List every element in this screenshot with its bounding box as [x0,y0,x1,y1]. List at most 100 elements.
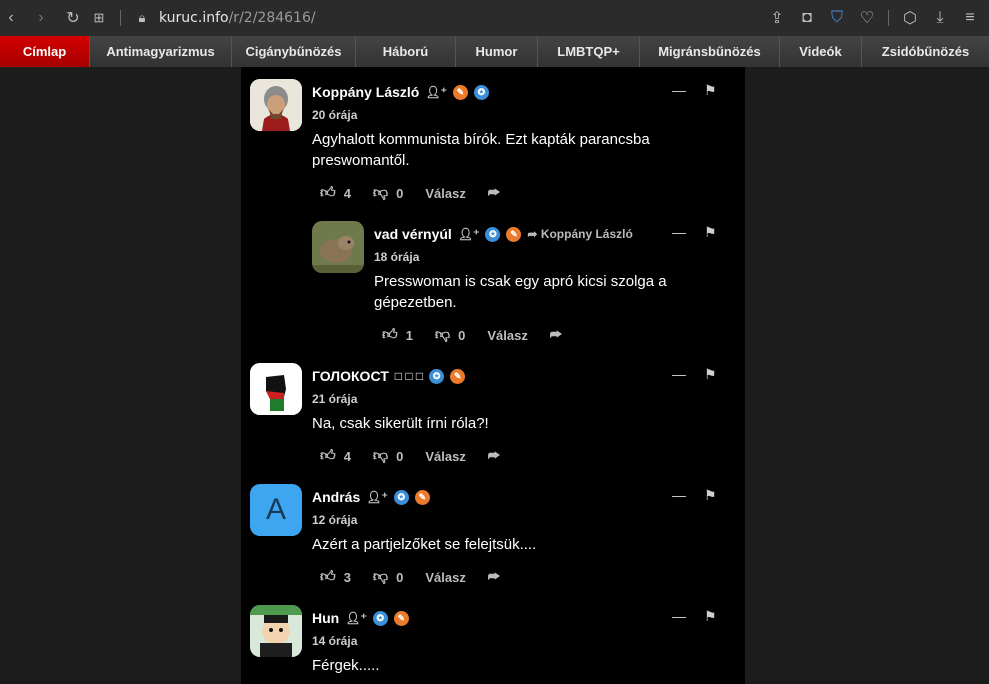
nav-item-ciganybunozes[interactable]: Cigánybűnözés [232,36,356,67]
nav-item-haboru[interactable]: Háború [356,36,456,67]
follow-user-icon[interactable]: 👤︎⁺ [458,227,480,241]
comment-author: Koppány László 👤︎⁺ ✎ ✪ [312,84,489,100]
like-button[interactable]: 👍︎ 4 [320,447,351,465]
reload-icon[interactable]: ↻ [62,7,84,29]
comment-reply: vad vérnyúl 👤︎⁺ ✪ ✎ ➦ Koppány László 18 … [241,209,745,354]
comment-time: 20 órája [312,108,358,122]
avatar[interactable] [250,79,302,131]
comment-actions: 👍︎ 4 👎︎ 0 Válasz ⮫ [320,447,522,465]
comment-time: 18 órája [374,250,420,264]
dislike-button[interactable]: 👎︎ 0 [373,447,403,465]
flag-icon[interactable]: ⚑ [704,224,717,241]
pencil-badge-icon: ✎ [506,226,522,242]
collapse-icon[interactable]: — [672,82,686,99]
author-name[interactable]: Hun [312,610,339,626]
flag-icon[interactable]: ⚑ [704,608,717,625]
award-badge-icon: ✪ [393,489,409,505]
collapse-icon[interactable]: — [672,224,686,241]
avatar[interactable] [250,363,302,415]
comment-author: ГОЛОКОСТ □ □ □ ✪ ✎ [312,368,466,384]
comment-time: 12 órája [312,513,358,527]
like-button[interactable]: 👍︎ 4 [320,184,351,202]
address-bar[interactable]: kuruc.info/r/2/284616/ [159,10,316,26]
avatar[interactable]: A [250,484,302,536]
collapse-icon[interactable]: — [672,608,686,625]
avatar[interactable] [250,605,302,657]
comment-controls: — ⚑ [672,82,717,99]
browser-toolbar: ‹ › ↻ ⊞ 🔒︎ kuruc.info/r/2/284616/ ⇪ ◘ ⛉ … [0,0,989,36]
flag-icon[interactable]: ⚑ [704,487,717,504]
dislike-count: 0 [396,185,404,201]
comment-author: vad vérnyúl 👤︎⁺ ✪ ✎ ➦ Koppány László [374,226,633,242]
author-name[interactable]: András [312,489,360,505]
toolbar-divider [120,10,121,26]
like-button[interactable]: 👍︎ 1 [382,326,413,344]
follow-user-icon[interactable]: 👤︎⁺ [345,611,367,625]
thumbs-up-icon: 👍︎ [320,447,336,464]
reply-to-link[interactable]: ➦ Koppány László [527,227,632,241]
share-icon[interactable]: ⇪ [766,7,788,29]
like-button[interactable]: 👍︎ 3 [320,568,351,586]
follow-user-icon[interactable]: 👤︎⁺ [366,490,388,504]
author-name-suffix: □ □ □ [394,369,424,383]
author-name[interactable]: vad vérnyúl [374,226,452,242]
share-icon[interactable]: ⮫ [488,448,500,464]
nav-item-humor[interactable]: Humor [456,36,538,67]
back-icon[interactable]: ‹ [0,7,22,29]
dislike-count: 0 [396,569,404,585]
comment-time: 21 órája [312,392,358,406]
tabs-grid-icon[interactable]: ⊞ [88,7,110,29]
comment-author: András 👤︎⁺ ✪ ✎ [312,489,430,505]
thumbs-up-icon: 👍︎ [320,184,336,201]
dislike-button[interactable]: 👎︎ 0 [373,568,403,586]
share-icon[interactable]: ⮫ [488,569,500,585]
pencil-badge-icon: ✎ [452,84,468,100]
like-count: 4 [343,185,351,201]
comment: Koppány László 👤︎⁺ ✎ ✪ 20 órája Agyhalot… [241,67,745,217]
comment-author: Hun 👤︎⁺ ✪ ✎ [312,610,409,626]
nav-item-migransbunozes[interactable]: Migránsbűnözés [640,36,780,67]
comment: A András 👤︎⁺ ✪ ✎ 12 órája Azért a partje… [241,472,745,593]
comment-actions: 👍︎ 3 👎︎ 0 Válasz ⮫ [320,568,522,586]
flag-icon[interactable]: ⚑ [704,366,717,383]
like-count: 4 [343,448,351,464]
reply-button[interactable]: Válasz [425,449,465,464]
follow-user-icon[interactable]: 👤︎⁺ [425,85,447,99]
url-domain: kuruc.info [159,10,229,26]
camera-icon[interactable]: ◘ [796,7,818,29]
reply-button[interactable]: Válasz [425,570,465,585]
nav-item-videok[interactable]: Videók [780,36,862,67]
pencil-badge-icon: ✎ [450,368,466,384]
pencil-badge-icon: ✎ [414,489,430,505]
cube-icon[interactable]: ⬡ [899,7,921,29]
share-icon[interactable]: ⮫ [488,185,500,201]
comment-controls: — ⚑ [672,366,717,383]
author-name[interactable]: Koppány László [312,84,419,100]
reply-button[interactable]: Válasz [425,186,465,201]
forward-icon[interactable]: › [30,7,52,29]
comment-controls: — ⚑ [672,224,717,241]
avatar[interactable] [312,221,364,273]
nav-item-cimlap[interactable]: Címlap [0,36,90,67]
download-icon[interactable]: ⤓ [929,7,951,29]
share-icon[interactable]: ⮫ [550,327,562,343]
collapse-icon[interactable]: — [672,366,686,383]
menu-icon[interactable]: ≡ [959,7,981,29]
comment-text: Azért a partjelzőket se felejtsük.... [312,536,537,553]
url-path: /r/2/284616/ [228,10,316,26]
nav-item-antimagyarizmus[interactable]: Antimagyarizmus [90,36,232,67]
nav-item-zsidobunozes[interactable]: Zsidóbűnözés [862,36,989,67]
comments-panel: Koppány László 👤︎⁺ ✎ ✪ 20 órája Agyhalot… [241,67,745,684]
reply-button[interactable]: Válasz [487,328,527,343]
collapse-icon[interactable]: — [672,487,686,504]
author-name[interactable]: ГОЛОКОСТ [312,368,389,384]
shield-icon[interactable]: ⛉ [826,7,848,29]
heart-icon[interactable]: ♡ [856,7,878,29]
comment: Hun 👤︎⁺ ✪ ✎ 14 órája Férgek..... — ⚑ [241,593,745,684]
thumbs-up-icon: 👍︎ [382,326,398,343]
comment-actions: 👍︎ 4 👎︎ 0 Válasz ⮫ [320,184,522,202]
dislike-button[interactable]: 👎︎ 0 [373,184,403,202]
nav-item-lmbtqp[interactable]: LMBTQP+ [538,36,640,67]
flag-icon[interactable]: ⚑ [704,82,717,99]
dislike-button[interactable]: 👎︎ 0 [435,326,465,344]
